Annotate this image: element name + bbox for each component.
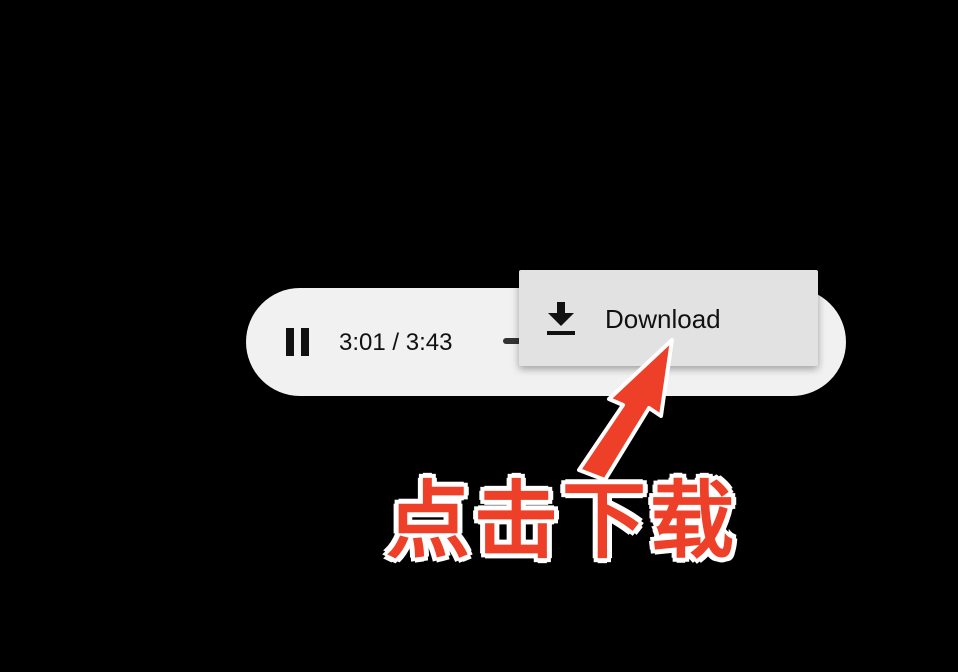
time-display: 3:01 / 3:43 — [339, 329, 453, 356]
download-icon — [547, 302, 575, 335]
pause-icon — [286, 328, 294, 356]
pause-icon-bar — [301, 328, 309, 356]
download-label: Download — [605, 304, 721, 334]
pause-button[interactable] — [280, 322, 320, 362]
annotation-text: 点击下载 — [386, 472, 739, 570]
context-menu: Download — [519, 270, 818, 366]
download-menu-item[interactable]: Download — [519, 270, 818, 366]
